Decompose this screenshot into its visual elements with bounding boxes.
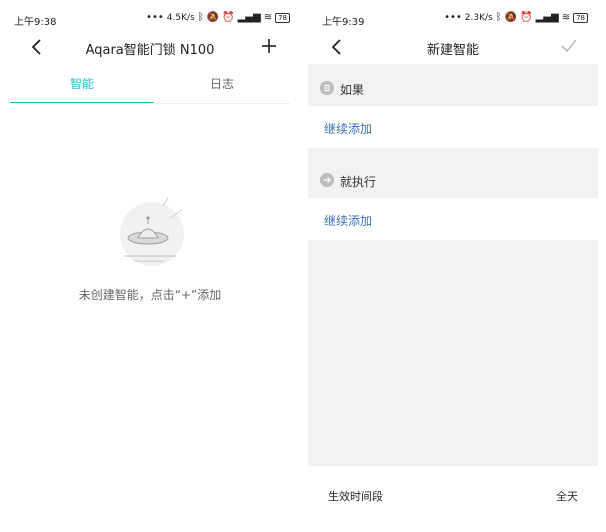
page-title: 新建智能 (426, 43, 479, 58)
signal-icon: ▂▄▆ (237, 12, 261, 23)
tab-smart[interactable]: 智能 (10, 64, 154, 104)
alarm-icon: ⏰ (222, 12, 235, 23)
effective-time-label: 生效时间段 (328, 490, 383, 503)
if-section-label: 如果 (340, 83, 365, 97)
status-bar: 上午9:38 ••• 4.5K/s ᛒ 🔕 ⏰ ▂▄▆ ≋ 78 (0, 0, 300, 30)
dots-icon: ••• (146, 12, 164, 23)
divider (300, 0, 308, 532)
battery-icon: 78 (573, 13, 588, 23)
empty-state-message: 未创建智能，点击“+”添加 (78, 288, 222, 302)
if-section-header: 如果 (308, 72, 598, 106)
wifi-icon: ≋ (561, 12, 571, 23)
then-add-row[interactable]: 继续添加 (308, 198, 598, 240)
alarm-icon: ⏰ (520, 12, 533, 23)
nav-bar: 新建智能 (308, 30, 598, 64)
network-speed: 4.5K/s (166, 13, 195, 23)
network-speed: 2.3K/s (464, 13, 493, 23)
tab-log[interactable]: 日志 (154, 64, 290, 104)
status-icons: ••• 4.5K/s ᛒ 🔕 ⏰ ▂▄▆ ≋ 78 (146, 13, 290, 23)
tab-divider (10, 103, 290, 104)
add-icon[interactable] (260, 37, 278, 55)
mute-icon: 🔕 (504, 12, 518, 23)
confirm-check-icon[interactable] (560, 37, 578, 55)
arrow-right-icon (320, 173, 334, 187)
ufo-illustration-icon (120, 197, 184, 266)
left-screen: 上午9:38 ••• 4.5K/s ᛒ 🔕 ⏰ ▂▄▆ ≋ 78 Aqara智能… (0, 0, 300, 532)
if-add-link[interactable]: 继续添加 (324, 120, 372, 137)
bluetooth-icon: ᛒ (197, 12, 204, 23)
list-icon (320, 81, 334, 95)
wifi-icon: ≋ (263, 12, 273, 23)
if-add-row[interactable]: 继续添加 (308, 106, 598, 148)
effective-time-value[interactable]: 全天 (556, 488, 578, 504)
status-bar: 上午9:39 ••• 2.3K/s ᛒ 🔕 ⏰ ▂▄▆ ≋ 78 (308, 0, 598, 30)
right-screen: 上午9:39 ••• 2.3K/s ᛒ 🔕 ⏰ ▂▄▆ ≋ 78 新建智能 如果 (308, 0, 598, 532)
bluetooth-icon: ᛒ (495, 12, 502, 23)
then-section-header: 就执行 (308, 164, 598, 198)
nav-bar: Aqara智能门锁 N100 (0, 30, 300, 64)
signal-icon: ▂▄▆ (535, 12, 559, 23)
status-time: 上午9:39 (322, 17, 365, 28)
status-icons: ••• 2.3K/s ᛒ 🔕 ⏰ ▂▄▆ ≋ 78 (444, 13, 588, 23)
status-time: 上午9:38 (14, 17, 57, 28)
tab-bar: 智能 日志 (10, 64, 290, 104)
mute-icon: 🔕 (206, 12, 220, 23)
then-section-label: 就执行 (340, 175, 377, 189)
effective-time-row[interactable]: 生效时间段 全天 (308, 466, 598, 532)
page-title: Aqara智能门锁 N100 (85, 43, 215, 58)
battery-icon: 78 (275, 13, 290, 23)
then-add-link[interactable]: 继续添加 (324, 212, 372, 229)
dots-icon: ••• (444, 12, 462, 23)
